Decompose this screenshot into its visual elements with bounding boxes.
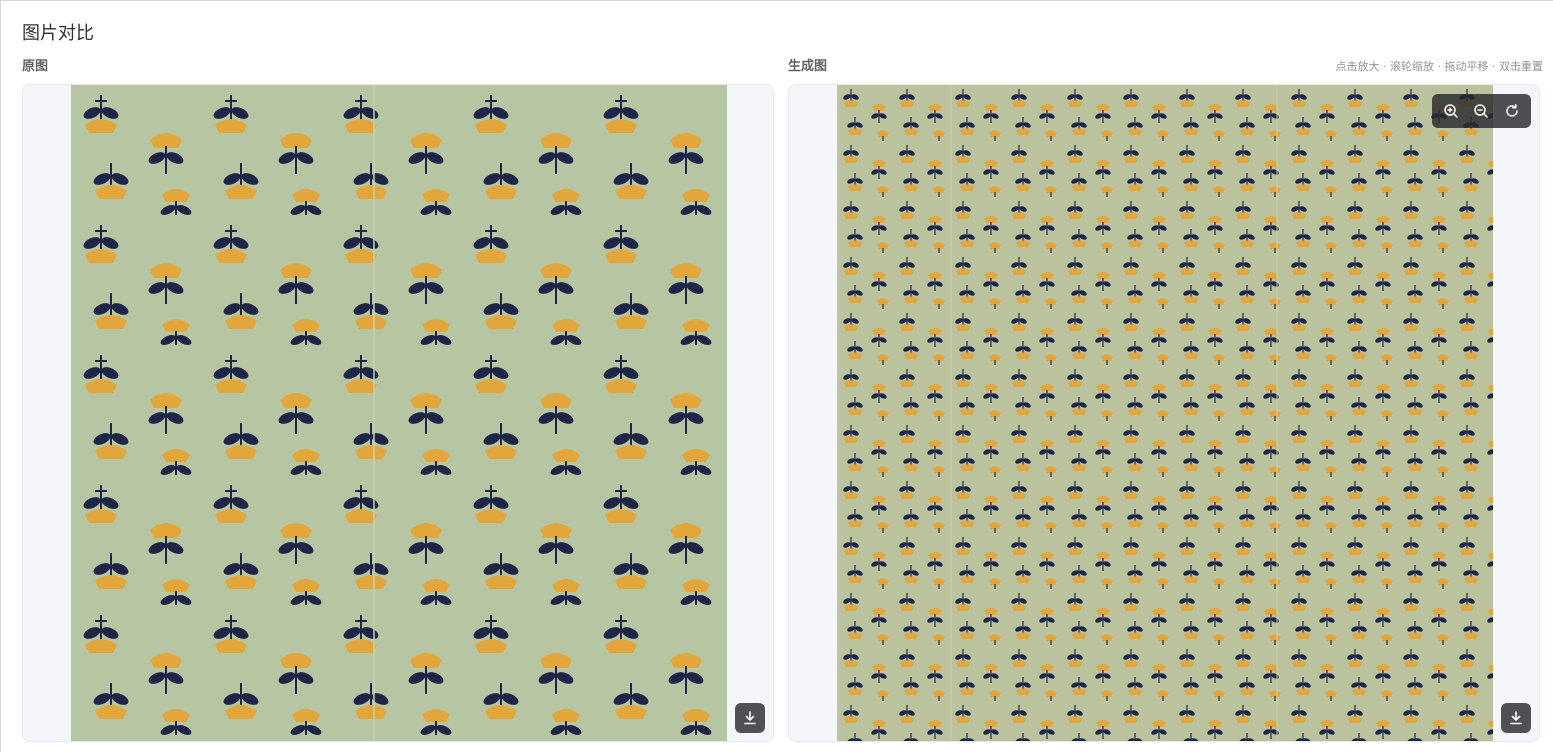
interaction-hint: 点击放大 · 滚轮缩放 · 拖动平移 · 双击重置 bbox=[1335, 60, 1543, 73]
page-title: 图片对比 bbox=[22, 23, 94, 44]
original-image-label: 原图 bbox=[22, 59, 49, 74]
zoom-toolbar bbox=[1432, 94, 1531, 128]
original-image-viewer[interactable] bbox=[22, 84, 774, 742]
download-original-button[interactable] bbox=[735, 703, 765, 733]
zoom-in-icon bbox=[1444, 104, 1458, 118]
original-image[interactable] bbox=[71, 85, 727, 742]
generated-image-viewer[interactable] bbox=[788, 84, 1540, 742]
rotate-reset-icon bbox=[1506, 104, 1518, 117]
zoom-out-icon bbox=[1474, 104, 1489, 118]
zoom-in-button[interactable] bbox=[1438, 98, 1464, 124]
generated-image-label: 生成图 bbox=[788, 59, 828, 74]
zoom-out-button[interactable] bbox=[1468, 98, 1494, 124]
generated-image[interactable] bbox=[837, 85, 1493, 742]
download-icon bbox=[744, 711, 756, 725]
download-generated-button[interactable] bbox=[1501, 703, 1531, 733]
image-compare-page: 图片对比 原图 生成图 点击放大 · 滚轮缩放 · 拖动平移 · 双击重置 bbox=[0, 0, 1553, 752]
download-icon bbox=[1510, 711, 1522, 725]
reset-view-button[interactable] bbox=[1499, 98, 1525, 124]
